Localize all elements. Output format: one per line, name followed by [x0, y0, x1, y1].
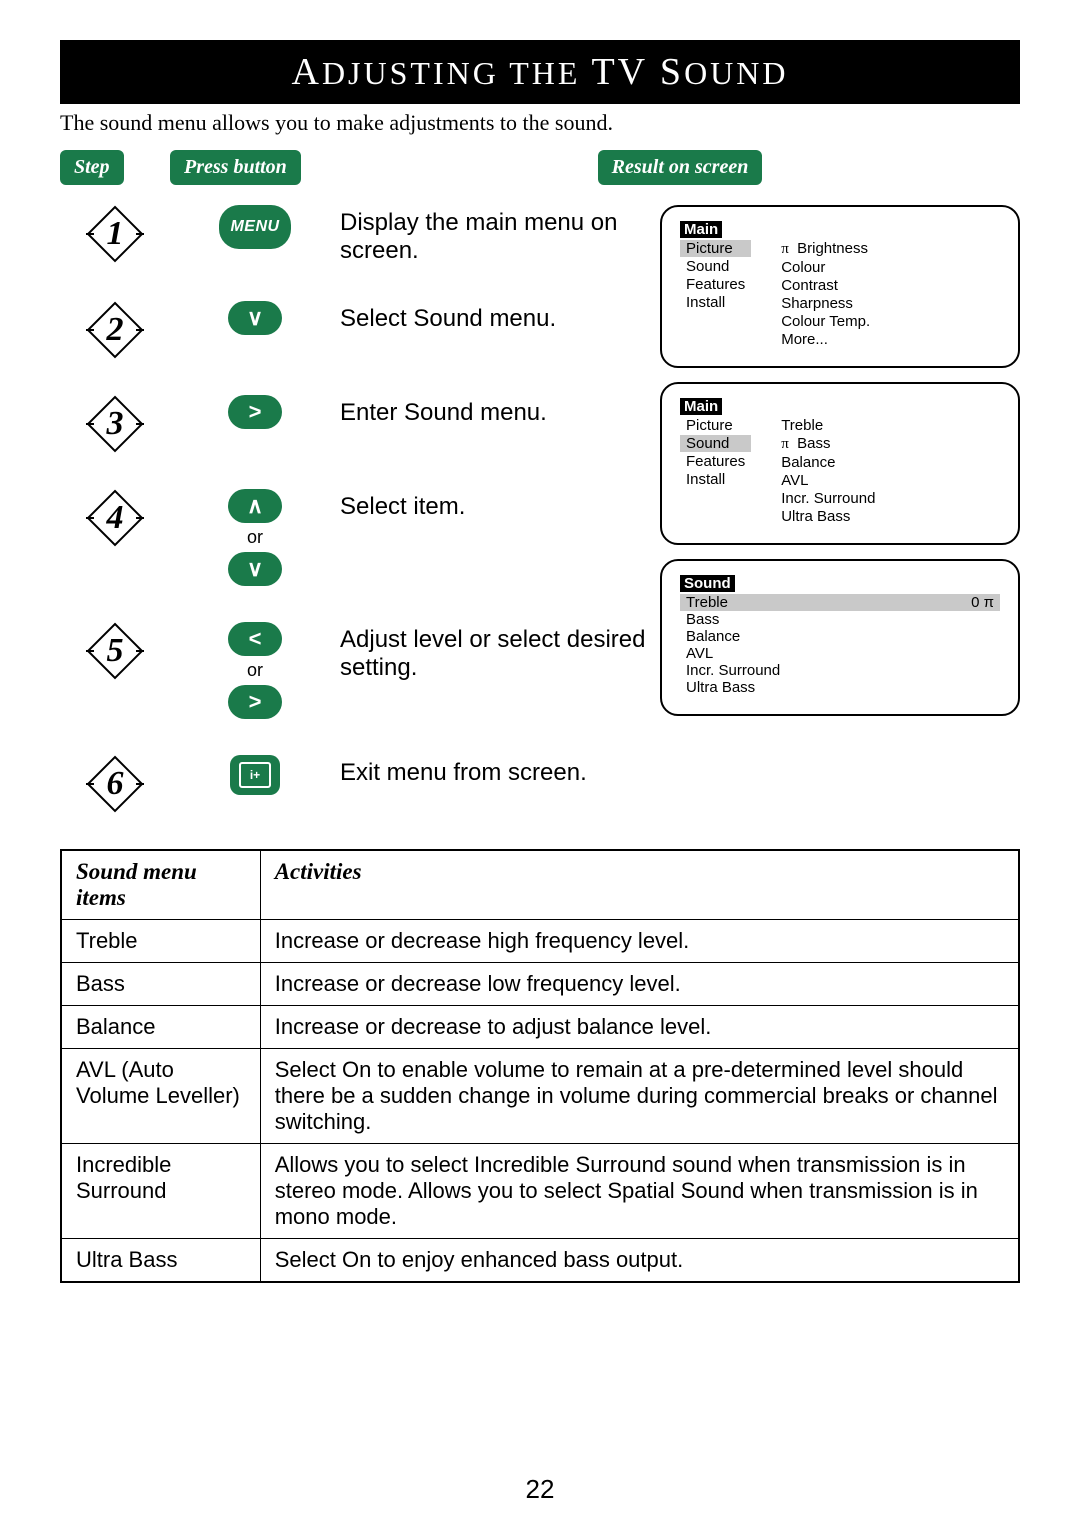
sound-item-name: Ultra Bass: [61, 1239, 260, 1283]
intro-text: The sound menu allows you to make adjust…: [60, 110, 1020, 136]
header-press: Press button: [170, 150, 301, 185]
table-row: TrebleIncrease or decrease high frequenc…: [61, 920, 1019, 963]
osd-item: Balance: [680, 628, 1000, 645]
header-step: Step: [60, 150, 124, 185]
step-number-diamond: 1: [86, 205, 144, 263]
page-number: 22: [0, 1474, 1080, 1505]
osd-item: Ultra Bass: [680, 679, 1000, 696]
sound-item-name: AVL (Auto Volume Leveller): [61, 1049, 260, 1144]
osd-title: Sound: [680, 575, 735, 592]
table-header-activities: Activities: [260, 850, 1019, 920]
menu-button-icon: MENU: [219, 205, 291, 249]
manual-page: ADJUSTING THE TV SOUND The sound menu al…: [0, 0, 1080, 1529]
osd-item: More...: [775, 331, 876, 348]
step-number-diamond: 4: [86, 489, 144, 547]
sound-item-activity: Allows you to select Incredible Surround…: [260, 1144, 1019, 1239]
steps-block: 1 MENU Display the main menu on screen. 2 ∨ S…: [60, 205, 1020, 813]
press-button-cell: < or >: [170, 622, 340, 719]
arrow-right-icon: >: [228, 685, 282, 719]
osd-item: Picture: [680, 417, 751, 434]
step-description: Select Sound menu.: [340, 301, 680, 333]
step-description: Select item.: [340, 489, 680, 521]
table-row: AVL (Auto Volume Leveller)Select On to e…: [61, 1049, 1019, 1144]
on-screen-results: Main PictureSoundFeaturesInstall π Brigh…: [660, 205, 1020, 730]
osd-item: Install: [680, 294, 751, 311]
osd-item: Treble0 π: [680, 594, 1000, 611]
osd-title: Main: [680, 398, 722, 415]
press-button-cell: >: [170, 395, 340, 429]
sound-item-name: Balance: [61, 1006, 260, 1049]
sound-item-activity: Select On to enjoy enhanced bass output.: [260, 1239, 1019, 1283]
press-button-cell: MENU: [170, 205, 340, 249]
arrow-left-icon: <: [228, 622, 282, 656]
osd-item: Treble: [775, 417, 881, 434]
step-description: Enter Sound menu.: [340, 395, 680, 427]
arrow-down-icon: ∨: [228, 552, 282, 586]
osd-item: Bass: [680, 611, 1000, 628]
press-button-cell: ∨: [170, 301, 340, 335]
osd-main-picture: Main PictureSoundFeaturesInstall π Brigh…: [660, 205, 1020, 368]
osd-item: Sharpness: [775, 295, 876, 312]
step-number-diamond: 5: [86, 622, 144, 680]
arrow-right-icon: >: [228, 395, 282, 429]
table-row: Incredible SurroundAllows you to select …: [61, 1144, 1019, 1239]
step-description: Display the main menu on screen.: [340, 205, 680, 265]
osd-item: Sound: [680, 435, 751, 452]
title-part: OUND: [684, 55, 788, 91]
osd-item: Install: [680, 471, 751, 488]
or-label: or: [247, 660, 263, 681]
title-part: A: [291, 51, 321, 93]
step-description: Adjust level or select desired setting.: [340, 622, 680, 682]
header-result: Result on screen: [598, 150, 763, 185]
sound-item-name: Incredible Surround: [61, 1144, 260, 1239]
press-button-cell: ∧ or ∨: [170, 489, 340, 586]
osd-item: Balance: [775, 454, 881, 471]
sound-item-activity: Increase or decrease high frequency leve…: [260, 920, 1019, 963]
table-row: Ultra BassSelect On to enjoy enhanced ba…: [61, 1239, 1019, 1283]
osd-item: π Bass: [775, 435, 881, 453]
arrow-down-icon: ∨: [228, 301, 282, 335]
page-title: ADJUSTING THE TV SOUND: [60, 40, 1020, 104]
osd-item: Sound: [680, 258, 751, 275]
title-part: DJUSTING THE: [322, 55, 581, 91]
osd-sound-menu: Sound Treble0 πBassBalanceAVLIncr. Surro…: [660, 559, 1020, 716]
osd-item: Contrast: [775, 277, 876, 294]
osd-item: Features: [680, 276, 751, 293]
sound-item-activity: Select On to enable volume to remain at …: [260, 1049, 1019, 1144]
table-row: BalanceIncrease or decrease to adjust ba…: [61, 1006, 1019, 1049]
exit-icon: [230, 755, 280, 795]
osd-item: π Brightness: [775, 240, 876, 258]
osd-title: Main: [680, 221, 722, 238]
sound-item-name: Bass: [61, 963, 260, 1006]
osd-item: AVL: [680, 645, 1000, 662]
osd-item: Picture: [680, 240, 751, 257]
sound-items-table: Sound menu items Activities TrebleIncrea…: [60, 849, 1020, 1283]
step-number-diamond: 6: [86, 755, 144, 813]
sound-item-name: Treble: [61, 920, 260, 963]
osd-item: AVL: [775, 472, 881, 489]
arrow-up-icon: ∧: [228, 489, 282, 523]
sound-item-activity: Increase or decrease to adjust balance l…: [260, 1006, 1019, 1049]
press-button-cell: [170, 755, 340, 795]
osd-item: Ultra Bass: [775, 508, 881, 525]
or-label: or: [247, 527, 263, 548]
osd-item: Colour Temp.: [775, 313, 876, 330]
osd-item: Colour: [775, 259, 876, 276]
osd-main-sound: Main PictureSoundFeaturesInstall Trebleπ…: [660, 382, 1020, 545]
step-description: Exit menu from screen.: [340, 755, 680, 787]
osd-item: Features: [680, 453, 751, 470]
table-header-items: Sound menu items: [61, 850, 260, 920]
step-row: 6 Exit menu from screen.: [60, 755, 1020, 813]
step-number-diamond: 2: [86, 301, 144, 359]
column-headers: Step Press button Result on screen: [60, 150, 1020, 185]
osd-item: Incr. Surround: [680, 662, 1000, 679]
osd-item: Incr. Surround: [775, 490, 881, 507]
title-part: TV S: [591, 51, 684, 93]
table-row: BassIncrease or decrease low frequency l…: [61, 963, 1019, 1006]
sound-item-activity: Increase or decrease low frequency level…: [260, 963, 1019, 1006]
step-number-diamond: 3: [86, 395, 144, 453]
